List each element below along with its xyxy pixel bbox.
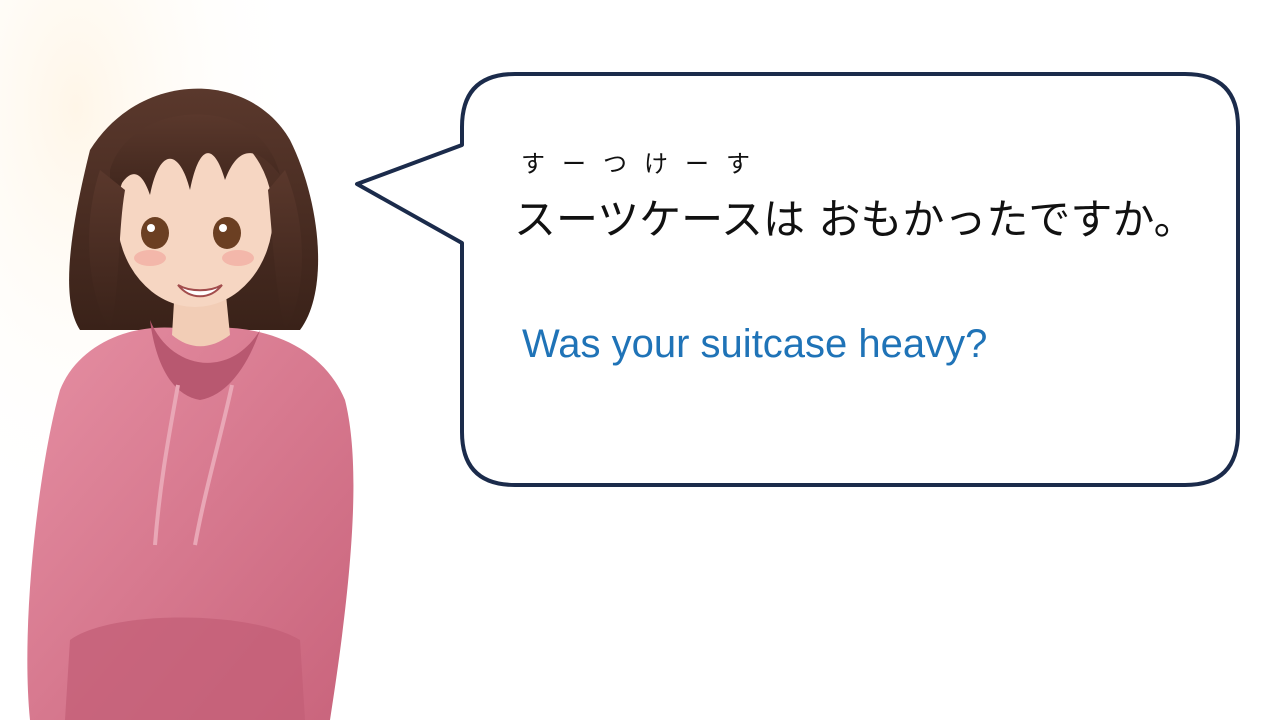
- slide: すーつけーす スーツケースは おもかったですか。 Was your suitca…: [0, 0, 1280, 720]
- japanese-sentence: スーツケースは おもかったですか。: [514, 195, 1196, 244]
- speech-bubble-outline: [355, 72, 1240, 487]
- english-translation: Was your suitcase heavy?: [522, 322, 988, 366]
- furigana-reading: すーつけーす: [521, 150, 767, 178]
